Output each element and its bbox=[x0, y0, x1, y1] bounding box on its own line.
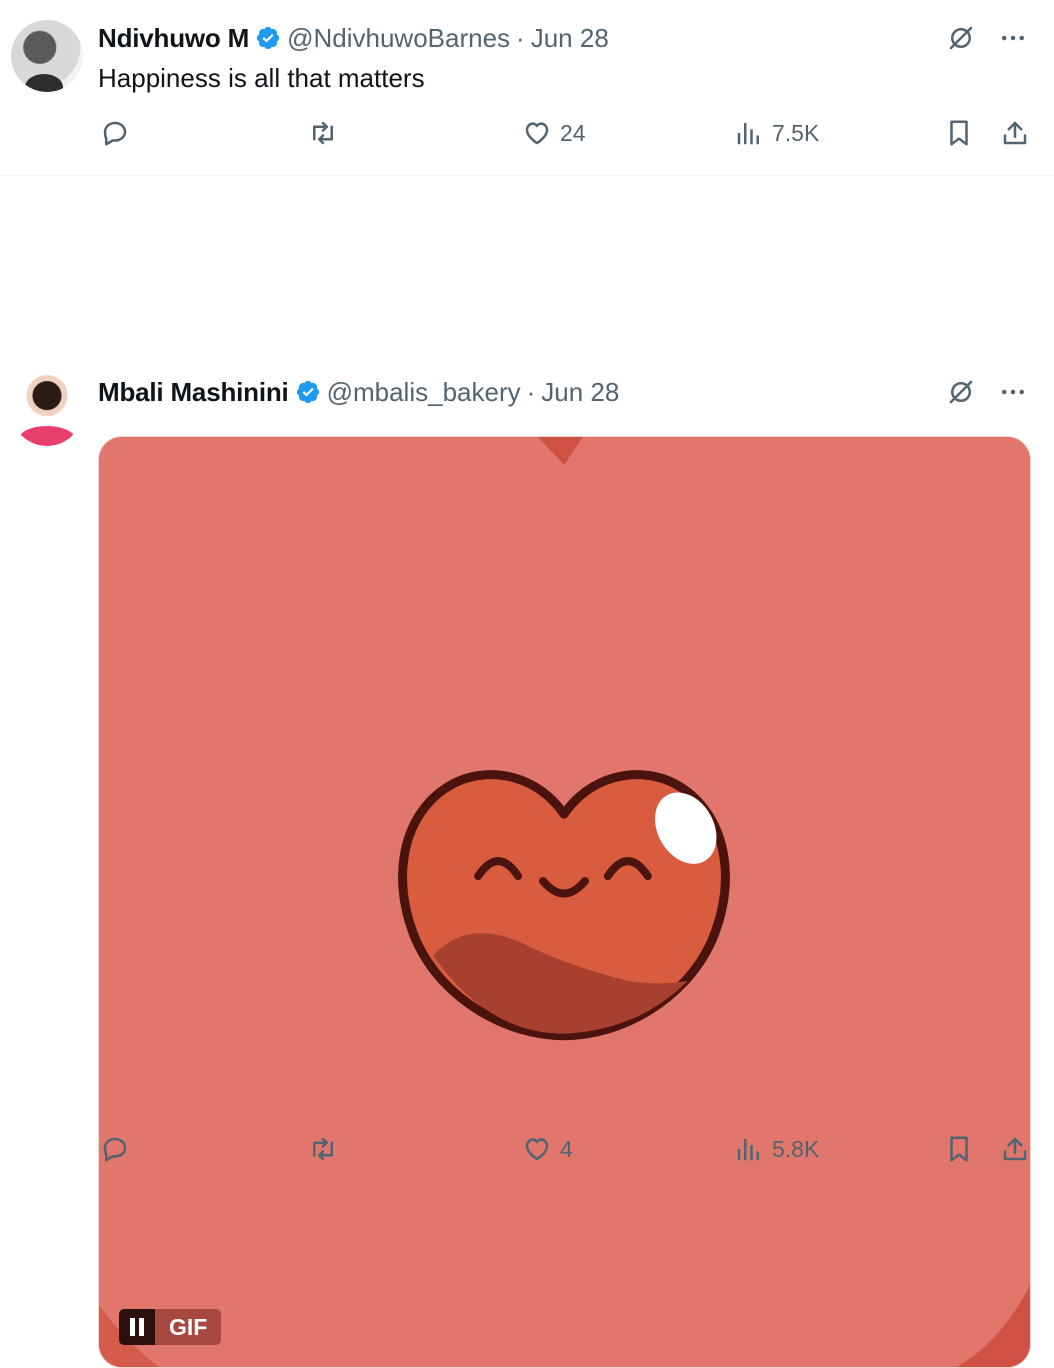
tweet-date[interactable]: Jun 28 bbox=[541, 377, 619, 408]
bookmark-button[interactable] bbox=[944, 1134, 974, 1164]
author-handle[interactable]: @mbalis_bakery bbox=[327, 377, 521, 408]
gif-media[interactable]: GIF bbox=[98, 436, 1031, 1368]
author-handle[interactable]: @NdivhuwoBarnes bbox=[287, 23, 510, 54]
smiling-heart-gif-image bbox=[99, 437, 1030, 1367]
verified-badge-icon bbox=[256, 26, 280, 50]
reply-icon bbox=[103, 121, 127, 146]
like-icon bbox=[525, 122, 549, 145]
like-button[interactable]: 4 bbox=[522, 1134, 573, 1164]
gif-controls: GIF bbox=[119, 1309, 222, 1345]
author-name[interactable]: Mbali Mashinini bbox=[98, 377, 289, 408]
tweet-header: Ndivhuwo M @NdivhuwoBarnes · Jun 28 bbox=[98, 18, 1034, 58]
views-icon bbox=[737, 1139, 759, 1161]
tweet-mbali[interactable]: Mbali Mashinini @mbalis_bakery · Jun 28 bbox=[0, 176, 1054, 1368]
tweet-ndivhuwo[interactable]: Ndivhuwo M @NdivhuwoBarnes · Jun 28 Happ… bbox=[0, 0, 1054, 176]
avatar[interactable] bbox=[11, 374, 83, 446]
share-icon bbox=[1003, 121, 1027, 145]
separator: · bbox=[526, 376, 536, 407]
bookmark-icon bbox=[950, 120, 968, 146]
share-button[interactable] bbox=[1000, 118, 1030, 148]
views-button[interactable]: 5.8K bbox=[734, 1134, 819, 1164]
more-icon[interactable] bbox=[996, 375, 1030, 409]
view-count: 7.5K bbox=[772, 119, 820, 146]
bookmark-icon bbox=[950, 1136, 968, 1162]
tweet-actions: 24 7.5K bbox=[98, 116, 1038, 156]
tweet-date[interactable]: Jun 28 bbox=[531, 23, 609, 54]
share-button[interactable] bbox=[1000, 1134, 1030, 1164]
reply-button[interactable] bbox=[100, 118, 130, 148]
pause-icon bbox=[130, 1318, 135, 1336]
bookmark-button[interactable] bbox=[944, 118, 974, 148]
tweet-text: Happiness is all that matters bbox=[98, 63, 425, 93]
like-count: 4 bbox=[560, 1135, 573, 1162]
reply-icon bbox=[103, 1137, 127, 1162]
separator: · bbox=[516, 22, 525, 53]
share-icon bbox=[1003, 1137, 1027, 1161]
tweet-header: Mbali Mashinini @mbalis_bakery · Jun 28 bbox=[98, 372, 1034, 412]
like-icon bbox=[525, 1138, 549, 1161]
retweet-icon bbox=[313, 1137, 333, 1161]
author-name[interactable]: Ndivhuwo M bbox=[98, 23, 249, 54]
reply-button[interactable] bbox=[100, 1134, 130, 1164]
retweet-icon bbox=[313, 121, 333, 145]
grok-icon[interactable] bbox=[944, 375, 978, 409]
retweet-button[interactable] bbox=[308, 118, 338, 148]
more-icon[interactable] bbox=[996, 21, 1030, 55]
like-count: 24 bbox=[560, 119, 586, 146]
pause-button[interactable] bbox=[119, 1309, 155, 1345]
tweet-actions: 4 5.8K bbox=[98, 1132, 1038, 1172]
views-button[interactable]: 7.5K bbox=[734, 118, 819, 148]
avatar[interactable] bbox=[11, 20, 83, 92]
view-count: 5.8K bbox=[772, 1135, 820, 1162]
gif-badge: GIF bbox=[155, 1309, 222, 1345]
retweet-button[interactable] bbox=[308, 1134, 338, 1164]
views-icon bbox=[737, 123, 759, 145]
grok-icon[interactable] bbox=[944, 21, 978, 55]
verified-badge-icon bbox=[296, 380, 319, 404]
like-button[interactable]: 24 bbox=[522, 118, 586, 148]
